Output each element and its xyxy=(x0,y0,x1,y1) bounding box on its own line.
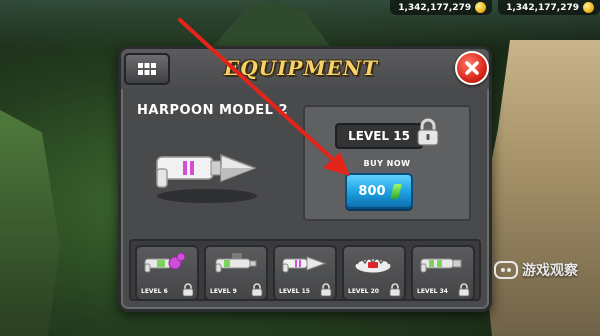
watermark-text: 游戏观察 xyxy=(522,263,578,279)
harpoon-icon xyxy=(156,153,258,188)
item-name: HARPOON MODEL 2 xyxy=(137,103,289,118)
close-button[interactable] xyxy=(455,51,489,85)
watermark: 游戏观察 xyxy=(494,260,578,280)
weapon-card[interactable]: LEVEL 9 xyxy=(204,245,268,301)
weapon-selector: LEVEL 6 LEVEL 9 LEVEL 15 LEVEL 20 LEVEL … xyxy=(129,239,481,301)
grid-menu-button[interactable] xyxy=(124,53,170,85)
grid-icon xyxy=(138,63,156,75)
price-label: 800 xyxy=(358,183,386,199)
harpoon-icon xyxy=(215,253,257,273)
currency-chip-1: 1,342,177,279 xyxy=(390,0,493,15)
coin-icon xyxy=(475,2,487,13)
buy-button[interactable]: 800 xyxy=(345,173,413,209)
equipment-panel: EQUIPMENT HARPOON MODEL 2 LEVEL 15 BUY N… xyxy=(118,46,492,312)
trap-icon xyxy=(354,255,392,274)
weapon-level-label: LEVEL 20 xyxy=(348,288,379,295)
currency-hud: 1,342,177,279 1,342,177,279 xyxy=(390,0,600,15)
weapon-level-label: LEVEL 34 xyxy=(417,288,448,295)
harpoon-icon xyxy=(420,258,462,273)
lock-icon xyxy=(251,283,263,297)
required-level-badge: LEVEL 15 xyxy=(335,123,423,149)
currency-chip-2: 1,342,177,279 xyxy=(498,0,600,15)
currency-amount-1: 1,342,177,279 xyxy=(398,2,472,13)
weapon-level-label: LEVEL 6 xyxy=(141,288,168,295)
lock-icon xyxy=(417,118,439,146)
right-cliff xyxy=(480,40,600,336)
weapon-level-label: LEVEL 15 xyxy=(279,288,310,295)
buy-now-label: BUY NOW xyxy=(363,159,411,168)
left-cliff xyxy=(0,110,60,336)
panel-title: EQUIPMENT xyxy=(223,56,379,80)
lock-icon xyxy=(458,283,470,297)
coin-icon xyxy=(583,2,594,13)
weapon-card[interactable]: LEVEL 6 xyxy=(135,245,199,301)
watermark-logo-icon xyxy=(494,261,518,279)
weapon-card[interactable]: LEVEL 34 xyxy=(411,245,475,301)
lock-icon xyxy=(182,283,194,297)
close-icon xyxy=(465,61,479,75)
harpoon-icon xyxy=(144,252,186,273)
weapon-card[interactable]: LEVEL 15 xyxy=(273,245,337,301)
lock-icon xyxy=(389,283,401,297)
weapon-level-label: LEVEL 9 xyxy=(210,288,237,295)
gem-icon xyxy=(389,183,402,199)
currency-amount-2: 1,342,177,279 xyxy=(506,2,579,13)
harpoon-icon xyxy=(282,256,327,273)
lock-icon xyxy=(320,283,332,297)
purchase-box: LEVEL 15 BUY NOW 800 xyxy=(303,105,471,221)
weapon-card[interactable]: LEVEL 20 xyxy=(342,245,406,301)
